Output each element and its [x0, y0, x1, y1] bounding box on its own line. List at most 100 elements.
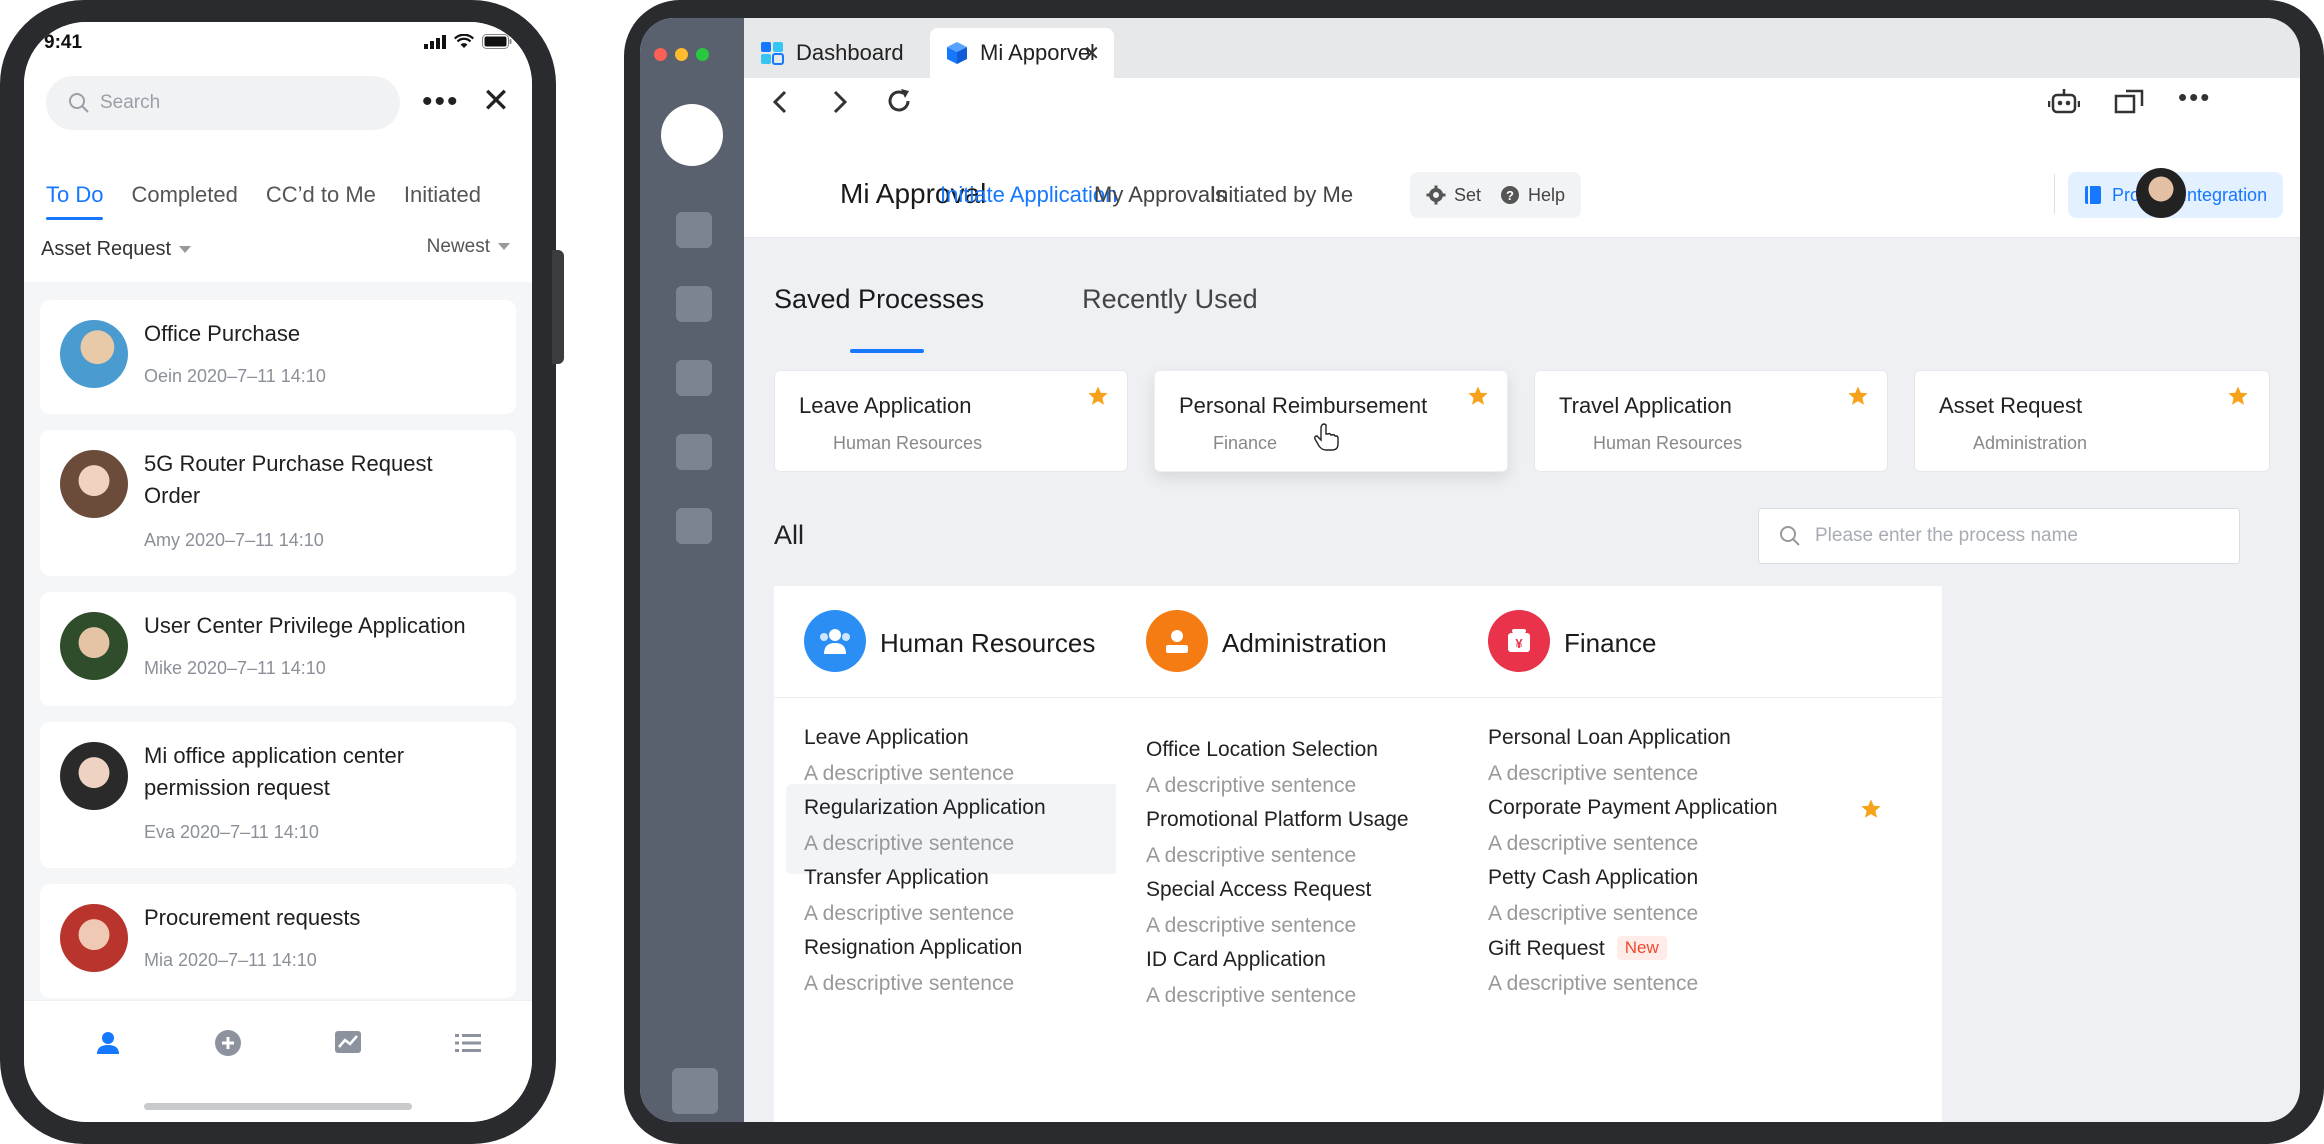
more-icon[interactable]: ••• [2178, 82, 2211, 113]
list-item[interactable]: Mi office application center permission … [40, 722, 516, 868]
item-desc: A descriptive sentence [1146, 984, 1357, 1007]
nav-initiate-application[interactable]: Initiate Application [940, 182, 1117, 208]
signal-icon [424, 34, 446, 49]
card-subtitle: Finance [1213, 433, 1278, 453]
sort-dropdown[interactable]: Newest [427, 236, 510, 258]
window-switch-icon[interactable] [2114, 86, 2146, 116]
sidebar-item[interactable] [676, 212, 712, 248]
money-bag-icon: ¥ [1488, 610, 1550, 672]
card-subtitle: Human Resources [833, 433, 983, 453]
star-icon[interactable] [1860, 798, 1882, 820]
search-icon [1780, 526, 1800, 546]
item-meta: Mike 2020–7–11 14:10 [144, 658, 326, 678]
filter-dropdown[interactable]: Asset Request [41, 238, 192, 261]
phone-tabs: To Do Completed CC’d to Me Initiated [46, 182, 509, 220]
card-title: Leave Application [799, 393, 972, 418]
sidebar-item[interactable] [676, 434, 712, 470]
todo-list: Office Purchase Oein 2020–7–11 14:10 5G … [40, 300, 516, 1014]
forward-icon[interactable] [828, 88, 850, 116]
tab-saved-processes[interactable]: Saved Processes [774, 284, 984, 353]
robot-icon[interactable] [2048, 86, 2080, 116]
category-finance: ¥ Finance Personal Loan Application A de… [1458, 586, 1942, 1122]
back-icon[interactable] [770, 88, 792, 116]
card-subtitle: Administration [1973, 433, 2088, 453]
item-meta: Mia 2020–7–11 14:10 [144, 950, 317, 970]
search-placeholder: Search [100, 92, 161, 113]
app-logo[interactable] [661, 104, 723, 166]
category-title: Finance [1564, 628, 1657, 658]
sidebar-item[interactable] [676, 508, 712, 544]
tab-to-do[interactable]: To Do [46, 182, 104, 220]
list-item[interactable]: User Center Privilege Application Mike 2… [40, 592, 516, 706]
filter-label: Asset Request [41, 238, 172, 260]
card-subtitle: Human Resources [1593, 433, 1743, 453]
tab-completed[interactable]: Completed [131, 182, 237, 208]
close-icon[interactable]: ✕ [476, 82, 516, 122]
gear-icon [1426, 185, 1446, 205]
cube-icon [947, 42, 967, 64]
category-title: Human Resources [880, 628, 1096, 658]
process-search-input[interactable]: Please enter the process name [1758, 508, 2240, 564]
person-icon[interactable] [92, 1027, 124, 1059]
list-item[interactable]: 5G Router Purchase Request Order Amy 202… [40, 430, 516, 576]
help-label: Help [1528, 184, 1566, 205]
star-icon[interactable] [1467, 385, 1489, 407]
tablet-device: Dashboard Mi Apporvel ✕ ••• Mi Approval … [624, 0, 2324, 1144]
tab-label: Dashboard [796, 40, 904, 65]
saved-process-card[interactable]: Personal Reimbursement Finance [1154, 370, 1508, 472]
browser-toolbar: ••• [744, 78, 2300, 126]
item-desc: A descriptive sentence [1146, 774, 1357, 797]
sidebar [640, 18, 744, 1122]
chart-icon[interactable] [332, 1027, 364, 1059]
item-desc: A descriptive sentence [1146, 914, 1357, 937]
close-tab-icon[interactable]: ✕ [1083, 41, 1100, 66]
avatar[interactable] [2136, 168, 2186, 218]
all-heading: All [774, 520, 805, 550]
star-icon[interactable] [1087, 385, 1109, 407]
saved-process-card[interactable]: Asset Request Administration [1914, 370, 2270, 472]
item-desc: A descriptive sentence [1488, 972, 1699, 995]
header-divider [2054, 174, 2055, 214]
item-title: Special Access Request [1146, 878, 1372, 901]
tab-recently-used[interactable]: Recently Used [1082, 284, 1258, 315]
caret-down-icon [179, 246, 192, 254]
help-icon: ? [1501, 186, 1519, 204]
item-title: Corporate Payment Application [1488, 796, 1778, 819]
tab-cc-to-me[interactable]: CC’d to Me [266, 182, 376, 208]
item-title: User Center Privilege Application [144, 613, 466, 638]
add-circle-icon[interactable] [212, 1027, 244, 1059]
sidebar-bottom-item[interactable] [672, 1068, 718, 1114]
hand-cursor-icon [1314, 423, 1339, 451]
tab-initiated[interactable]: Initiated [404, 182, 481, 208]
list-item[interactable]: Procurement requests Mia 2020–7–11 14:10 [40, 884, 516, 998]
minimize-window-button[interactable] [675, 48, 688, 61]
help-button[interactable]: ? Help [1484, 172, 1582, 218]
sidebar-item[interactable] [676, 286, 712, 322]
item-title: Resignation Application [804, 936, 1023, 959]
process-item[interactable]: Gift Request New A descriptive sentence [1470, 924, 1930, 1014]
nav-initiated-by-me[interactable]: Initiated by Me [1210, 182, 1353, 208]
nav-my-approvals[interactable]: My Approvals [1094, 182, 1226, 208]
set-label: Set [1454, 184, 1482, 205]
item-desc: A descriptive sentence [1488, 832, 1699, 855]
saved-process-card[interactable]: Leave Application Human Resources [774, 370, 1128, 472]
list-item[interactable]: Office Purchase Oein 2020–7–11 14:10 [40, 300, 516, 414]
dashboard-icon [761, 42, 784, 65]
more-icon[interactable]: ••• [422, 82, 460, 122]
stage: 9:41 Search ••• ✕ To Do Completed CC’d t… [0, 0, 2324, 1144]
search-icon [69, 93, 89, 113]
saved-process-card[interactable]: Travel Application Human Resources [1534, 370, 1888, 472]
list-icon[interactable] [452, 1027, 484, 1059]
item-title: Leave Application [804, 726, 969, 749]
maximize-window-button[interactable] [696, 48, 709, 61]
tab-label: Mi Apporvel [980, 40, 1095, 65]
refresh-icon[interactable] [884, 86, 914, 116]
star-icon[interactable] [1847, 385, 1869, 407]
star-icon[interactable] [2227, 385, 2249, 407]
close-window-button[interactable] [654, 48, 667, 61]
item-meta: Amy 2020–7–11 14:10 [144, 530, 324, 550]
sidebar-item[interactable] [676, 360, 712, 396]
item-desc: A descriptive sentence [1488, 762, 1699, 785]
search-input[interactable]: Search [46, 76, 400, 130]
tab-mi-approval[interactable]: Mi Apporvel ✕ [930, 28, 1114, 78]
